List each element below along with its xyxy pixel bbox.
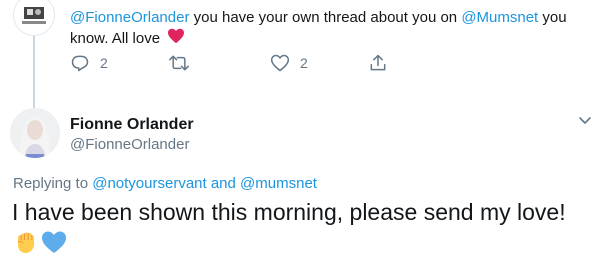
reply-button[interactable]: 2	[70, 52, 108, 74]
mention-link[interactable]: @FionneOrlander	[70, 9, 189, 26]
heart-outline-icon	[270, 53, 290, 73]
author-avatar[interactable]	[10, 108, 60, 158]
reply-icon	[70, 53, 90, 73]
share-button[interactable]	[368, 52, 388, 74]
mention-link[interactable]: @notyourservant	[92, 175, 206, 192]
raised-fist-emoji	[12, 229, 38, 260]
thread-line	[33, 34, 35, 108]
replying-and-text: and	[206, 175, 241, 192]
share-icon	[368, 53, 388, 73]
blue-heart-emoji	[40, 229, 68, 260]
reply-author-avatar[interactable]	[13, 0, 55, 36]
tweet-emojis	[12, 229, 68, 260]
like-button[interactable]: 2	[270, 52, 308, 74]
replying-to-label: Replying to	[13, 175, 93, 192]
main-tweet-text: I have been shown this morning, please s…	[12, 199, 566, 225]
like-count: 2	[300, 55, 308, 71]
retweet-icon	[168, 53, 190, 73]
reply-count: 2	[100, 55, 108, 71]
reply-tweet-actions: 2 2	[70, 52, 400, 74]
author-handle[interactable]: @FionneOrlander	[70, 136, 189, 153]
author-display-name[interactable]: Fionne Orlander	[70, 116, 194, 134]
reply-tweet-text: @FionneOrlander you have your own thread…	[70, 7, 590, 50]
red-heart-emoji	[167, 28, 185, 50]
retweet-button[interactable]	[168, 52, 190, 74]
chevron-down-icon[interactable]	[578, 113, 592, 127]
mention-link[interactable]: @mumsnet	[240, 175, 317, 192]
reply-text-segment: you have your own thread about you on	[189, 9, 462, 26]
replying-to-line: Replying to @notyourservant and @mumsnet	[13, 175, 317, 192]
mention-link[interactable]: @Mumsnet	[461, 9, 538, 26]
